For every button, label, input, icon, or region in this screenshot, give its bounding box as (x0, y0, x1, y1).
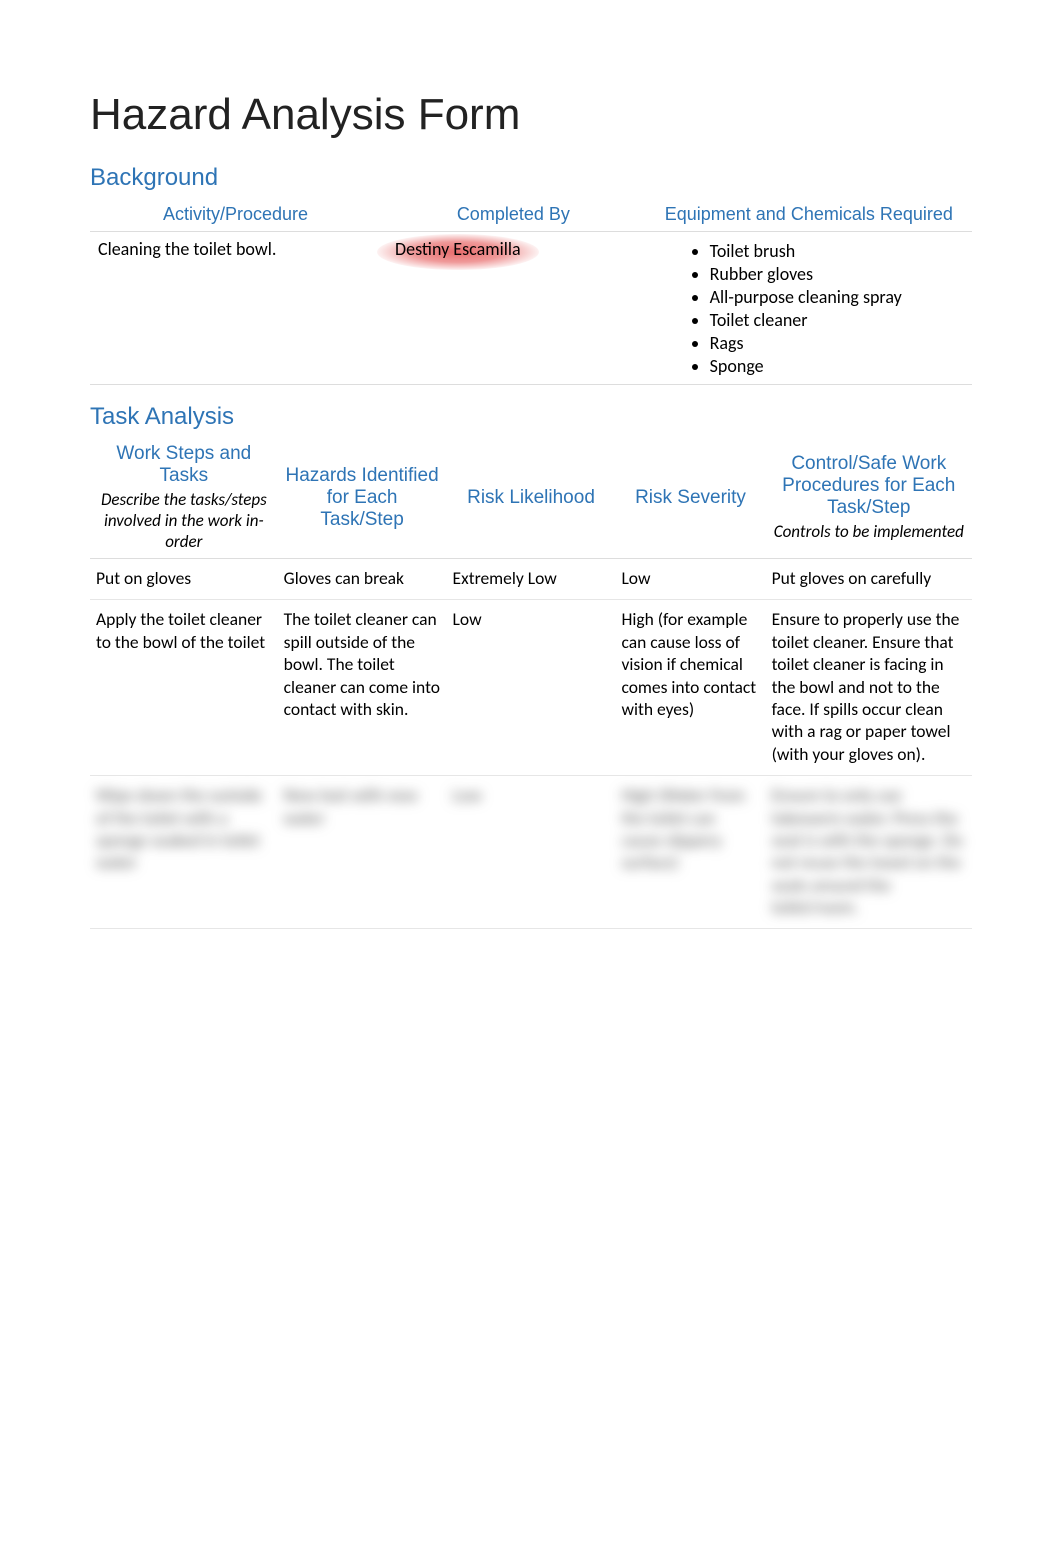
name-highlight: Destiny Escamilla (377, 234, 539, 270)
controls-cell: Ensure to properly use the toilet cleane… (766, 600, 972, 776)
risk-likelihood-cell: Low (447, 776, 616, 929)
equipment-header: Equipment and Chemicals Required (646, 198, 972, 232)
header-sub: Describe the tasks/steps involved in the… (96, 489, 272, 552)
activity-header: Activity/Procedure (90, 198, 381, 232)
header-main: Work Steps and Tasks (116, 443, 251, 486)
risk-likelihood-cell: Extremely Low (447, 559, 616, 600)
risk-severity-cell: Low (615, 559, 765, 600)
page-title: Hazard Analysis Form (90, 90, 972, 140)
risk-severity-header: Risk Severity (615, 437, 765, 559)
table-row: Put on gloves Gloves can break Extremely… (90, 559, 972, 600)
hazards-cell: The toilet cleaner can spill outside of … (278, 600, 447, 776)
list-item: Toilet brush (710, 240, 964, 262)
table-row: Activity/Procedure Completed By Equipmen… (90, 198, 972, 232)
controls-cell: Ensure to only use lukewarm water. Press… (766, 776, 972, 929)
risk-likelihood-cell: Low (447, 600, 616, 776)
risk-severity-cell: High (for example can cause loss of visi… (615, 600, 765, 776)
list-item: Rags (710, 332, 964, 354)
completed-by-value: Destiny Escamilla (381, 232, 646, 385)
controls-header: Control/Safe Work Procedures for Each Ta… (766, 437, 972, 559)
list-item: Rubber gloves (710, 263, 964, 285)
table-row: Cleaning the toilet bowl. Destiny Escami… (90, 232, 972, 385)
header-sub: Controls to be implemented (772, 521, 966, 542)
work-steps-header: Work Steps and Tasks Describe the tasks/… (90, 437, 278, 559)
completed-by-header: Completed By (381, 198, 646, 232)
list-item: Toilet cleaner (710, 309, 964, 331)
work-steps-cell: Wipe down the outside of the toilet with… (90, 776, 278, 929)
hazards-header: Hazards Identified for Each Task/Step (278, 437, 447, 559)
hazards-cell: New text with new water (278, 776, 447, 929)
equipment-list: Toilet brush Rubber gloves All-purpose c… (654, 240, 964, 377)
table-row-blurred: Wipe down the outside of the toilet with… (90, 776, 972, 929)
header-main: Control/Safe Work Procedures for Each Ta… (782, 453, 955, 518)
background-heading: Background (90, 164, 972, 192)
risk-likelihood-header: Risk Likelihood (447, 437, 616, 559)
equipment-cell: Toilet brush Rubber gloves All-purpose c… (646, 232, 972, 385)
risk-severity-cell: High (Water from the toilet can cause sl… (615, 776, 765, 929)
controls-cell: Put gloves on carefully (766, 559, 972, 600)
table-row: Work Steps and Tasks Describe the tasks/… (90, 437, 972, 559)
task-analysis-heading: Task Analysis (90, 403, 972, 431)
activity-value: Cleaning the toilet bowl. (90, 232, 381, 385)
work-steps-cell: Apply the toilet cleaner to the bowl of … (90, 600, 278, 776)
work-steps-cell: Put on gloves (90, 559, 278, 600)
hazards-cell: Gloves can break (278, 559, 447, 600)
list-item: Sponge (710, 355, 964, 377)
list-item: All-purpose cleaning spray (710, 286, 964, 308)
table-row: Apply the toilet cleaner to the bowl of … (90, 600, 972, 776)
background-table: Activity/Procedure Completed By Equipmen… (90, 198, 972, 385)
task-analysis-table: Work Steps and Tasks Describe the tasks/… (90, 437, 972, 929)
